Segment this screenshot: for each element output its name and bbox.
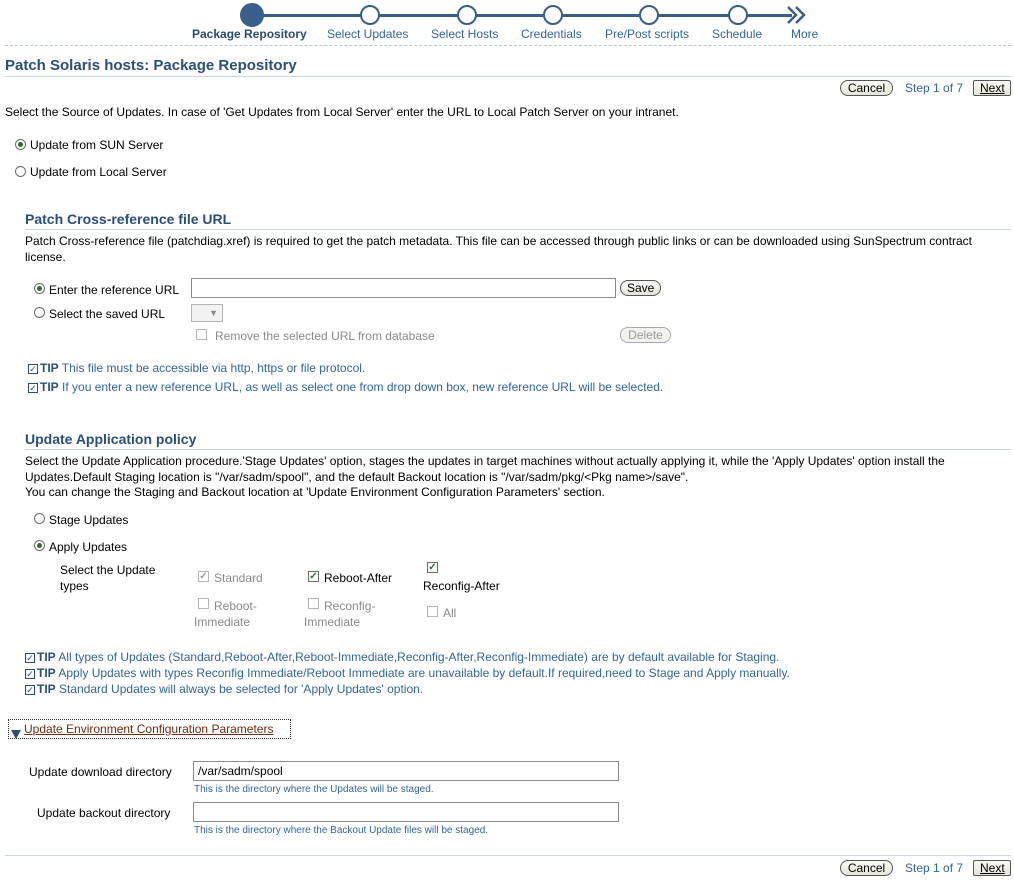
checkbox-reconfig-after[interactable]: ✓ — [427, 562, 438, 573]
policy-tip-1: ✓ TIP All types of Updates (Standard,Rebo… — [25, 649, 779, 666]
apply-updates-label: Apply Updates — [49, 540, 128, 554]
footer-step-indicator: Step 1 of 7 — [905, 861, 964, 875]
train-step-package-repository: Package Repository — [192, 27, 307, 41]
train-line — [252, 14, 792, 17]
delete-button[interactable]: Delete — [620, 327, 671, 343]
checkbox-all[interactable] — [427, 606, 438, 617]
reboot-immediate-label: Reboot-Immediate — [194, 599, 257, 629]
download-dir-label: Update download directory — [29, 765, 172, 779]
train-step-marker-prepost-scripts[interactable] — [639, 5, 659, 25]
saved-url-select[interactable]: ▼ — [191, 304, 223, 322]
xref-tip-2: ✓ TIP If you enter a new reference URL, a… — [28, 379, 668, 396]
tip-check-icon: ✓ — [25, 669, 35, 679]
policy-section-title: Update Application policy — [25, 431, 197, 447]
xref-tip-1: ✓ TIP This file must be accessible via ht… — [28, 360, 668, 377]
footer-divider — [5, 855, 1011, 856]
cancel-button[interactable]: Cancel — [840, 80, 893, 96]
page-title: Patch Solaris hosts: Package Repository — [5, 57, 297, 74]
xref-description: Patch Cross-reference file (patchdiag.xr… — [25, 234, 972, 264]
footer-next-button[interactable]: Next — [973, 860, 1011, 876]
reconfig-after-label: Reconfig-After — [423, 579, 500, 593]
train-step-credentials[interactable]: Credentials — [521, 27, 582, 41]
train-step-marker-select-hosts[interactable] — [457, 5, 477, 25]
policy-description-2: You can change the Staging and Backout l… — [25, 485, 605, 499]
radio-enter-url[interactable] — [34, 283, 45, 294]
train-step-select-updates[interactable]: Select Updates — [327, 27, 408, 41]
radio-sun-server[interactable] — [15, 139, 26, 150]
tip-label: TIP — [37, 666, 56, 680]
tip-check-icon: ✓ — [28, 383, 38, 393]
tip-text: Apply Updates with types Reconfig Immedi… — [58, 666, 790, 680]
remove-url-label: Remove the selected URL from database — [215, 329, 435, 343]
train-step-select-hosts[interactable]: Select Hosts — [431, 27, 498, 41]
train-step-marker-credentials[interactable] — [543, 5, 563, 25]
radio-stage-updates[interactable] — [34, 513, 45, 524]
train-step-prepost-scripts[interactable]: Pre/Post scripts — [605, 27, 689, 41]
title-underline — [5, 76, 1011, 77]
tip-check-icon: ✓ — [25, 653, 35, 663]
env-config-toggle-link[interactable]: Update Environment Configuration Paramet… — [24, 722, 273, 736]
xref-section-title: Patch Cross-reference file URL — [25, 211, 232, 227]
enter-url-label: Enter the reference URL — [49, 283, 180, 297]
train-step-schedule[interactable]: Schedule — [712, 27, 762, 41]
xref-section-line — [25, 229, 1011, 230]
tip-check-icon: ✓ — [28, 364, 38, 374]
tip-text: If you enter a new reference URL, as wel… — [62, 380, 664, 394]
next-button[interactable]: Next — [973, 80, 1011, 96]
reference-url-input[interactable] — [191, 278, 616, 298]
step-indicator: Step 1 of 7 — [905, 81, 964, 95]
tip-text: Standard Updates will always be selected… — [59, 682, 424, 696]
source-instructions: Select the Source of Updates. In case of… — [5, 105, 679, 119]
reconfig-immediate-label: Reconfig-Immediate — [304, 599, 376, 629]
train-step-marker-package-repository — [240, 3, 264, 27]
policy-tip-2: ✓ TIP Apply Updates with types Reconfig I… — [25, 665, 790, 682]
train-step-marker-schedule[interactable] — [728, 5, 748, 25]
tip-label: TIP — [37, 650, 56, 664]
tip-label: TIP — [40, 361, 59, 375]
double-chevron-right-icon[interactable] — [786, 5, 808, 25]
header-divider — [5, 45, 1011, 46]
footer-cancel-button[interactable]: Cancel — [840, 860, 893, 876]
tip-check-icon: ✓ — [25, 685, 35, 695]
radio-local-server-label: Update from Local Server — [30, 165, 167, 179]
tip-text: All types of Updates (Standard,Reboot-Af… — [58, 650, 780, 664]
policy-tip-3: ✓ TIP Standard Updates will always be sel… — [25, 681, 423, 698]
checkbox-reboot-after[interactable]: ✓ — [308, 571, 319, 582]
all-label: All — [443, 606, 457, 620]
disclosure-triangle-icon[interactable] — [10, 728, 22, 740]
tip-text: This file must be accessible via http, h… — [61, 361, 366, 375]
download-dir-input[interactable] — [193, 761, 619, 781]
download-dir-hint: This is the directory where the Updates … — [194, 784, 434, 795]
policy-section-line — [25, 449, 1011, 450]
tip-label: TIP — [37, 682, 56, 696]
remove-url-checkbox[interactable] — [196, 329, 207, 340]
saved-url-label: Select the saved URL — [49, 307, 166, 321]
radio-apply-updates[interactable] — [34, 540, 45, 551]
stage-updates-label: Stage Updates — [49, 513, 129, 527]
train-step-more[interactable]: More — [791, 27, 818, 41]
standard-label: Standard — [214, 571, 263, 585]
radio-local-server[interactable] — [15, 166, 26, 177]
save-button[interactable]: Save — [620, 280, 661, 296]
train-step-marker-select-updates[interactable] — [360, 5, 380, 25]
reboot-after-label: Reboot-After — [324, 571, 393, 585]
backout-dir-input[interactable] — [193, 802, 619, 822]
backout-dir-hint: This is the directory where the Backout … — [194, 825, 489, 836]
radio-sun-server-label: Update from SUN Server — [30, 138, 164, 152]
tip-label: TIP — [40, 380, 59, 394]
update-types-label: Select the Update types — [60, 563, 156, 593]
checkbox-standard[interactable]: ✓ — [198, 571, 209, 582]
policy-description: Select the Update Application procedure.… — [25, 454, 945, 484]
backout-dir-label: Update backout directory — [37, 806, 171, 820]
radio-saved-url[interactable] — [34, 307, 45, 318]
